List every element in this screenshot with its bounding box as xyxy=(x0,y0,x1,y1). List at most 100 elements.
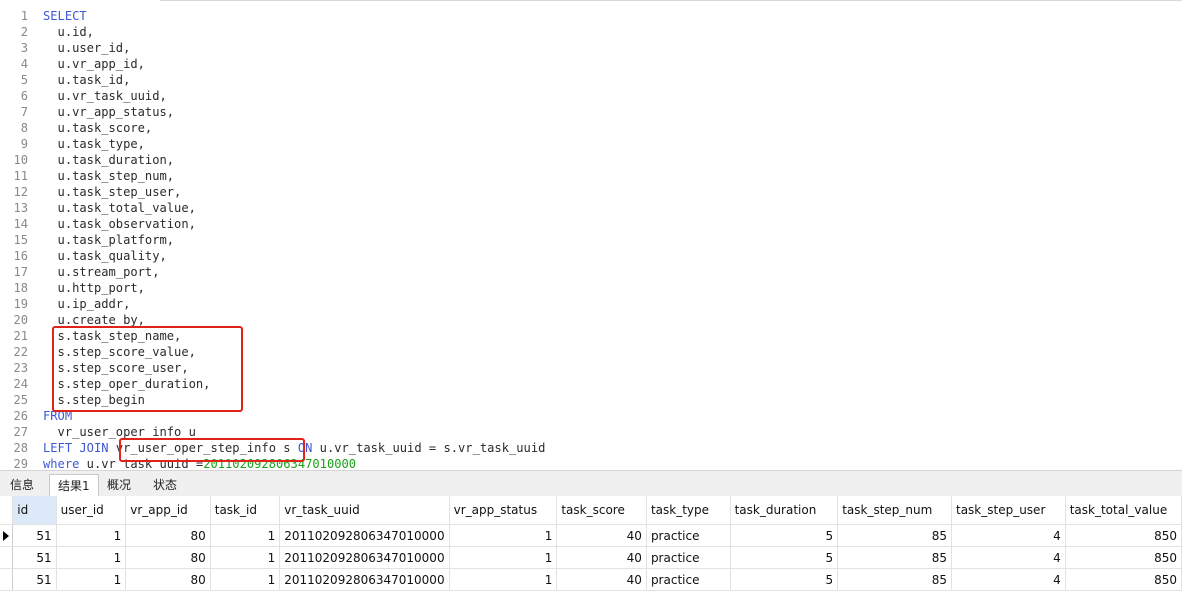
table-cell[interactable]: 80 xyxy=(125,546,211,569)
table-cell[interactable]: 85 xyxy=(837,524,952,547)
table-cell[interactable]: 201102092806347010000 xyxy=(279,546,450,569)
code-line: 3 u.user_id, xyxy=(0,40,1182,56)
code-text: u.id, xyxy=(43,24,94,40)
sql-text: u.user_id, xyxy=(43,41,131,55)
table-cell[interactable]: 85 xyxy=(837,546,952,569)
sql-editor[interactable]: 1 SELECT 2 u.id, 3 u.user_id, 4 u.vr_app_id,… xyxy=(0,0,1182,470)
table-row[interactable]: 51 1 80 1 201102092806347010000 1 40 practice 5 8… xyxy=(0,568,1182,591)
code-text: u.task_quality, xyxy=(43,248,167,264)
line-number: 29 xyxy=(13,457,28,470)
code-text: u.task_id, xyxy=(43,72,131,88)
code-text: u.vr_task_uuid, xyxy=(43,88,167,104)
column-header[interactable]: task_score xyxy=(556,496,647,525)
table-cell[interactable]: 51 xyxy=(12,568,57,591)
table-cell[interactable]: 1 xyxy=(449,568,558,591)
table-cell[interactable]: 1 xyxy=(449,546,558,569)
table-row[interactable]: 51 1 80 1 201102092806347010000 1 40 practice 5 8… xyxy=(0,546,1182,569)
sql-text: u.http_port, xyxy=(43,281,145,295)
sql-text: u.task_duration, xyxy=(43,153,175,167)
table-cell[interactable]: 1 xyxy=(56,524,127,547)
column-header[interactable]: vr_app_id xyxy=(125,496,211,525)
sql-text: u.task_step_user, xyxy=(43,185,182,199)
code-text: u.task_duration, xyxy=(43,152,175,168)
tab-2[interactable]: 结果1 xyxy=(49,474,99,496)
table-cell[interactable]: 4 xyxy=(951,568,1066,591)
table-cell[interactable]: 51 xyxy=(12,546,57,569)
line-number: 25 xyxy=(13,393,28,407)
code-text: u.task_step_num, xyxy=(43,168,175,184)
table-cell[interactable]: 1 xyxy=(210,568,281,591)
column-header[interactable]: task_duration xyxy=(730,496,839,525)
tab-1[interactable]: 信息 xyxy=(2,474,42,496)
table-cell[interactable]: 40 xyxy=(556,568,647,591)
line-number: 15 xyxy=(13,233,28,247)
table-cell[interactable]: practice xyxy=(646,546,731,569)
code-line: 6 u.vr_task_uuid, xyxy=(0,88,1182,104)
line-number: 9 xyxy=(20,137,28,151)
sql-text: u.vr_task_uuid, xyxy=(43,89,167,103)
table-cell[interactable]: 201102092806347010000 xyxy=(279,524,450,547)
line-number: 23 xyxy=(13,361,28,375)
table-cell[interactable]: 1 xyxy=(210,524,281,547)
column-header[interactable]: user_id xyxy=(56,496,127,525)
sql-text: u.task_step_num, xyxy=(43,169,175,183)
table-cell[interactable]: 5 xyxy=(730,568,839,591)
line-number: 19 xyxy=(13,297,28,311)
line-number: 1 xyxy=(20,9,28,23)
table-cell[interactable]: 80 xyxy=(125,568,211,591)
row-selector[interactable] xyxy=(0,568,14,591)
table-header-row: id user_id vr_app_id task_id vr_task_uuid vr_… xyxy=(0,496,1182,525)
table-cell[interactable]: 1 xyxy=(56,546,127,569)
row-selector[interactable] xyxy=(0,524,14,547)
code-text: u.ip_addr, xyxy=(43,296,131,312)
table-cell[interactable]: 4 xyxy=(951,546,1066,569)
line-number: 20 xyxy=(13,313,28,327)
tab-3[interactable]: 概况 xyxy=(99,474,139,496)
code-text: u.task_total_value, xyxy=(43,200,196,216)
table-cell[interactable]: 40 xyxy=(556,524,647,547)
code-text: u.vr_app_status, xyxy=(43,104,175,120)
row-selector-header xyxy=(0,496,14,525)
table-cell[interactable]: 5 xyxy=(730,546,839,569)
table-cell[interactable]: 85 xyxy=(837,568,952,591)
table-cell[interactable]: 80 xyxy=(125,524,211,547)
line-number: 3 xyxy=(20,41,28,55)
line-number: 26 xyxy=(13,409,28,423)
code-line: 13 u.task_total_value, xyxy=(0,200,1182,216)
column-header[interactable]: task_step_num xyxy=(837,496,952,525)
table-cell[interactable]: 1 xyxy=(210,546,281,569)
column-header[interactable]: task_id xyxy=(210,496,281,525)
code-line: 1 SELECT xyxy=(0,8,1182,24)
column-header[interactable]: vr_task_uuid xyxy=(279,496,450,525)
table-cell[interactable]: 51 xyxy=(12,524,57,547)
column-header[interactable]: task_step_user xyxy=(951,496,1066,525)
table-cell[interactable]: 201102092806347010000 xyxy=(279,568,450,591)
table-cell[interactable]: 850 xyxy=(1065,568,1182,591)
table-cell[interactable]: 4 xyxy=(951,524,1066,547)
table-cell[interactable]: practice xyxy=(646,568,731,591)
sql-text: vr_user_oper_info u xyxy=(43,425,196,439)
line-number: 27 xyxy=(13,425,28,439)
column-header[interactable]: task_type xyxy=(646,496,731,525)
result-grid[interactable]: id user_id vr_app_id task_id vr_task_uuid vr_… xyxy=(0,496,1182,603)
table-row[interactable]: 51 1 80 1 201102092806347010000 1 40 practice 5 8… xyxy=(0,524,1182,547)
sql-text: u.task_score, xyxy=(43,121,153,135)
line-number: 16 xyxy=(13,249,28,263)
row-selector[interactable] xyxy=(0,546,14,569)
code-line: 12 u.task_step_user, xyxy=(0,184,1182,200)
column-header[interactable]: id xyxy=(12,496,57,525)
table-cell[interactable]: 40 xyxy=(556,546,647,569)
table-cell[interactable]: 1 xyxy=(56,568,127,591)
current-row-icon xyxy=(3,531,9,541)
table-cell[interactable]: 5 xyxy=(730,524,839,547)
table-cell[interactable]: 850 xyxy=(1065,546,1182,569)
tab-4[interactable]: 状态 xyxy=(145,474,185,496)
highlight-box-join-table xyxy=(119,438,305,462)
table-cell[interactable]: 850 xyxy=(1065,524,1182,547)
column-header[interactable]: vr_app_status xyxy=(449,496,558,525)
column-header[interactable]: task_total_value xyxy=(1065,496,1182,525)
table-cell[interactable]: practice xyxy=(646,524,731,547)
sql-text: u.task_observation, xyxy=(43,217,196,231)
table-cell[interactable]: 1 xyxy=(449,524,558,547)
